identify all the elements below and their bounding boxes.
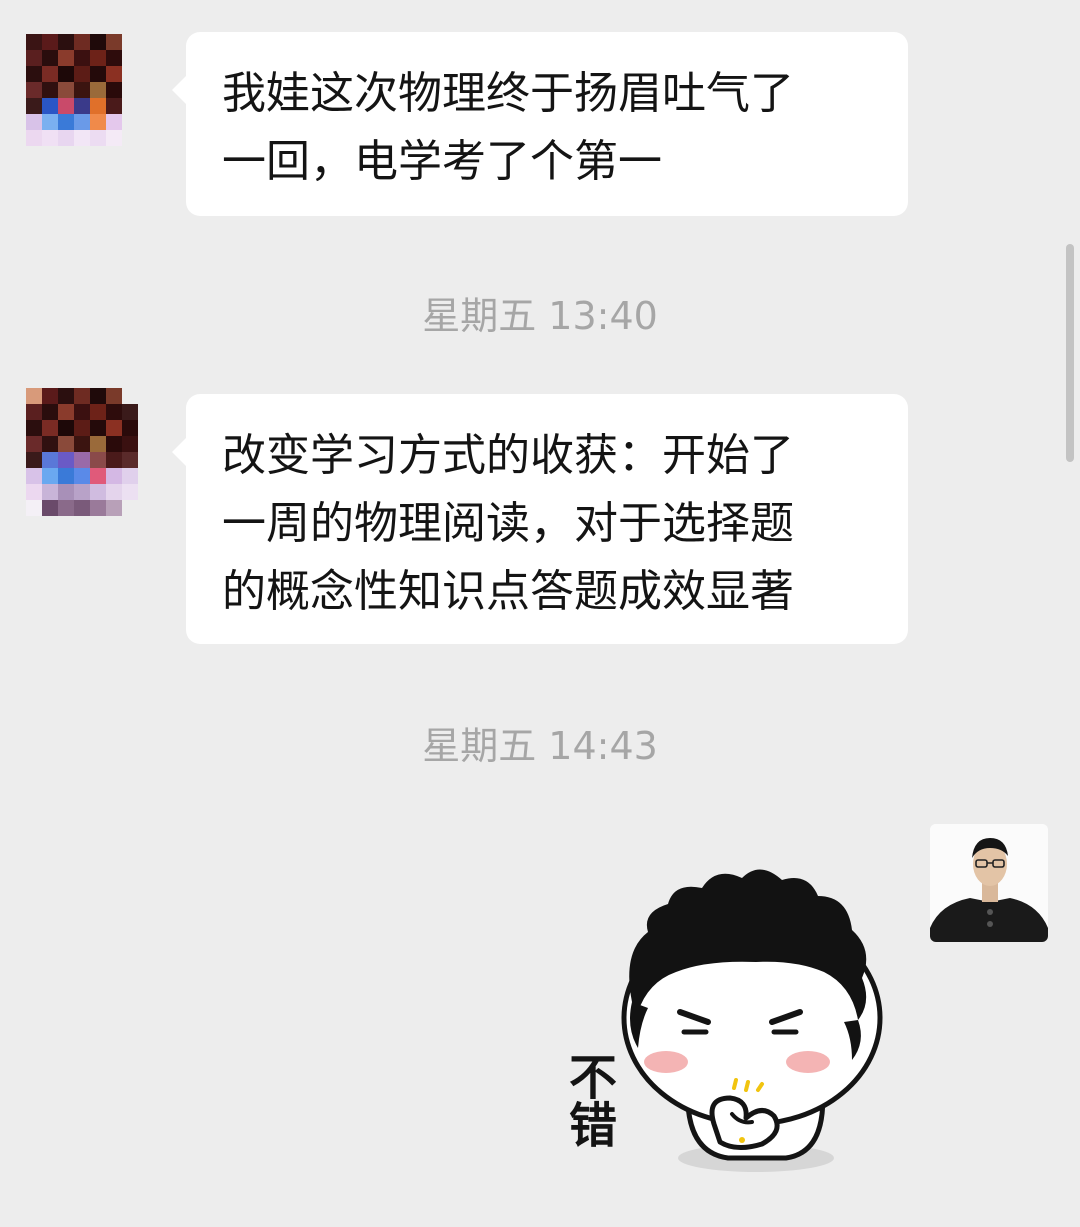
message-text-line: 我娃这次物理终于扬眉吐气了 — [222, 68, 794, 119]
message-text-line: 改变学习方式的收获：开始了 — [222, 430, 794, 481]
sticker-message[interactable]: 不错 — [556, 852, 896, 1192]
scrollbar-thumb[interactable] — [1066, 244, 1074, 462]
contact-avatar[interactable] — [26, 34, 154, 162]
message-timestamp: 星期五 13:40 — [422, 294, 658, 338]
message-bubble[interactable]: 改变学习方式的收获：开始了 一周的物理阅读，对于选择题 的概念性知识点答题成效显… — [172, 394, 908, 644]
pixelated-avatar-icon — [26, 388, 154, 516]
cartoon-sticker-icon: 不错 — [560, 869, 883, 1172]
person-portrait-icon — [930, 824, 1048, 942]
message-bubble[interactable]: 我娃这次物理终于扬眉吐气了 一回，电学考了个第一 — [172, 32, 908, 216]
pixelated-avatar-icon — [26, 34, 154, 162]
message-timestamp: 星期五 14:43 — [422, 724, 658, 768]
sticker-text: 不错 — [560, 1052, 617, 1148]
contact-avatar[interactable] — [26, 388, 154, 516]
message-text-line: 的概念性知识点答题成效显著 — [222, 566, 794, 617]
chat-window: 我娃这次物理终于扬眉吐气了 一回，电学考了个第一 星期五 13:40 改变学习方… — [0, 0, 1080, 1227]
message-text-line: 一回，电学考了个第一 — [222, 136, 662, 187]
my-avatar[interactable] — [930, 824, 1048, 942]
message-text-line: 一周的物理阅读，对于选择题 — [222, 498, 794, 549]
